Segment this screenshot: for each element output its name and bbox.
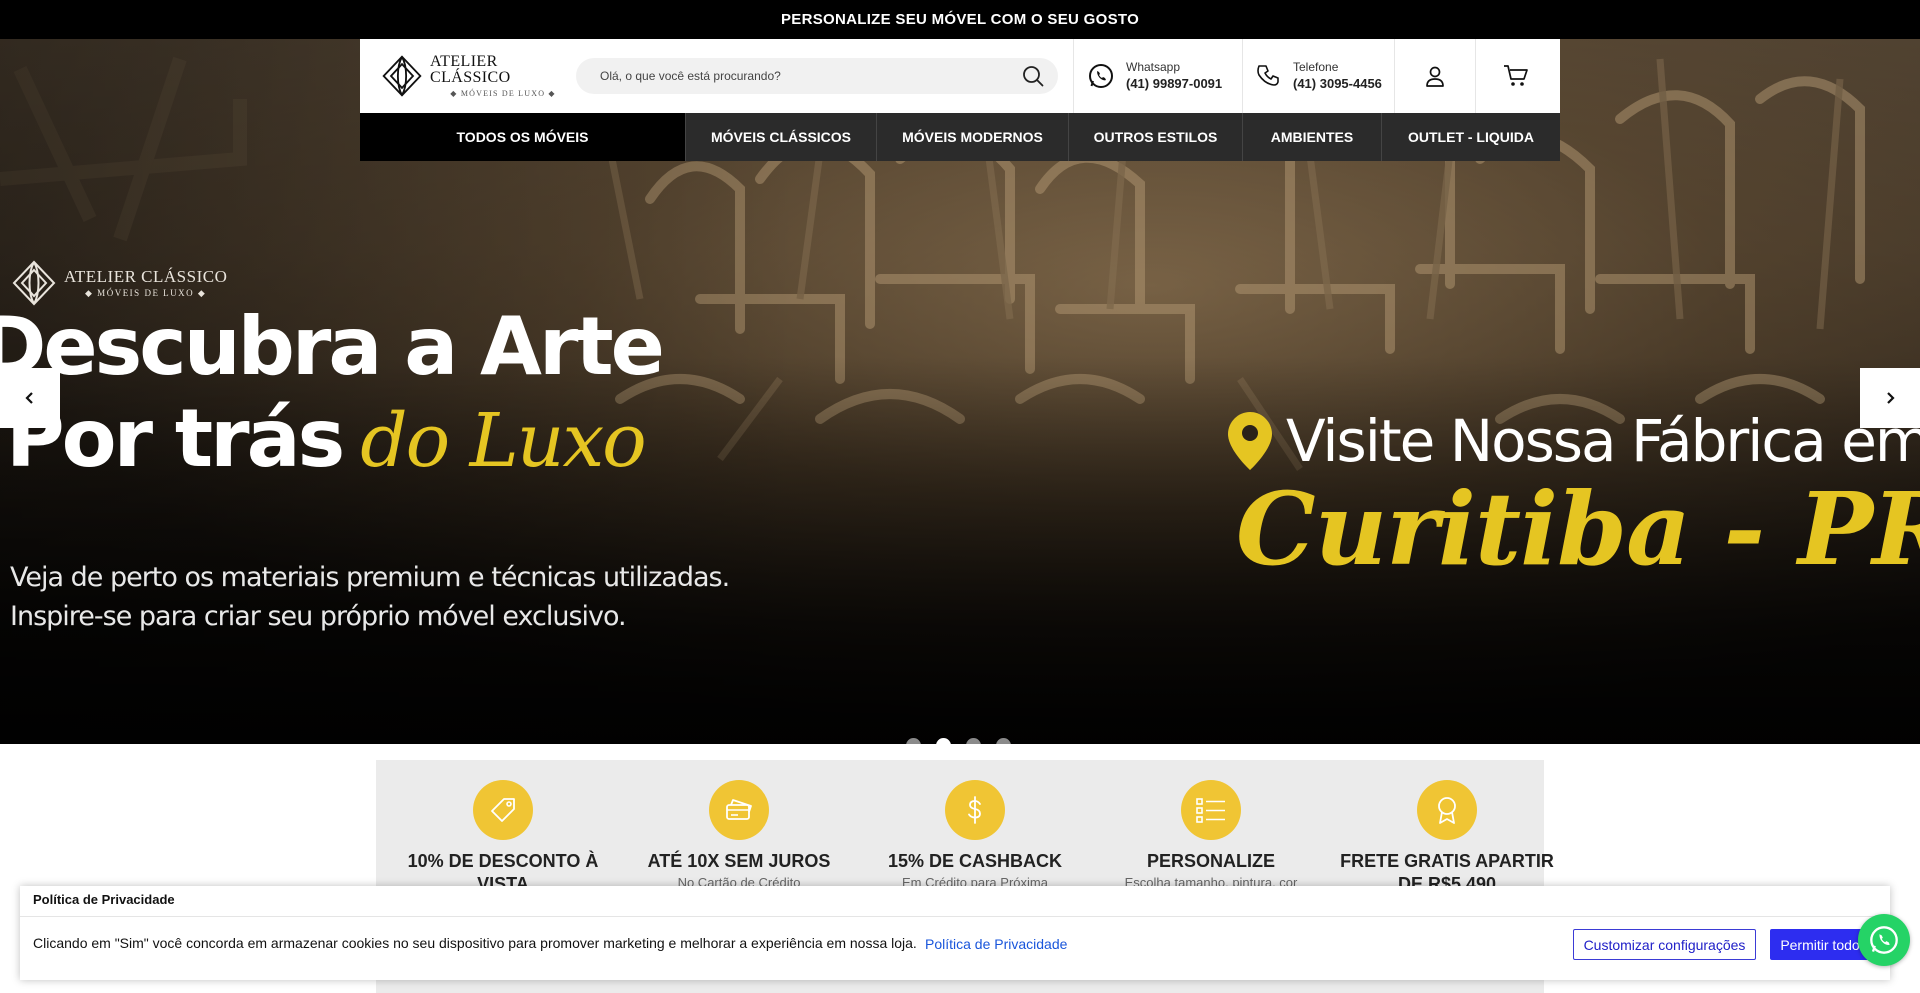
- search-icon[interactable]: [1022, 65, 1044, 87]
- customize-settings-button[interactable]: Customizar configurações: [1573, 929, 1756, 960]
- whatsapp-icon: [1089, 63, 1113, 89]
- nav-all-furniture-label: TODOS OS MÓVEIS: [456, 129, 589, 145]
- hero-paragraph: Veja de perto os materiais premium e téc…: [10, 558, 730, 636]
- carousel-dot[interactable]: [966, 738, 981, 744]
- phone-icon: [1257, 65, 1279, 86]
- hero-visit-text: Visite Nossa Fábrica em: [1286, 407, 1920, 475]
- whatsapp-icon: [1870, 926, 1898, 954]
- whatsapp-float-button[interactable]: [1858, 914, 1910, 966]
- hero-logo-sub: ◆ MÓVEIS DE LUXO ◆: [85, 287, 207, 298]
- hero-city-text: Curitiba - PR: [1236, 470, 1920, 588]
- chevron-right-icon: [1887, 392, 1895, 404]
- hero-logo-name: ATELIER CLÁSSICO: [64, 266, 228, 286]
- feature-installments: ATÉ 10X SEM JUROS No Cartão de Crédito: [624, 780, 854, 892]
- phone-number[interactable]: (41) 3095-4456: [1293, 75, 1382, 93]
- site-header: ATELIER CLÁSSICO ◆ MÓVEIS DE LUXO ◆ What…: [360, 39, 1560, 113]
- carousel-next-button[interactable]: [1860, 368, 1920, 428]
- tag-icon: [491, 798, 515, 822]
- feature-free-shipping: FRETE GRATIS APARTIR DE R$5.490: [1332, 780, 1562, 896]
- carousel-dot-active[interactable]: [936, 738, 951, 744]
- cookie-divider: [20, 916, 1890, 917]
- nav-item-modern[interactable]: MÓVEIS MODERNOS: [876, 113, 1068, 161]
- cart-button[interactable]: [1475, 39, 1556, 113]
- carousel-dots: [906, 738, 1011, 744]
- hero-paragraph-line1: Veja de perto os materiais premium e téc…: [10, 562, 730, 593]
- nav-item-label: MÓVEIS MODERNOS: [902, 129, 1043, 145]
- search-input[interactable]: [600, 69, 1000, 83]
- search-bar: [576, 58, 1058, 94]
- location-pin-icon: [1228, 412, 1272, 470]
- whatsapp-number[interactable]: (41) 99897-0091: [1126, 75, 1222, 93]
- announcement-bar: PERSONALIZE SEU MÓVEL COM O SEU GOSTO: [0, 0, 1920, 39]
- carousel-dot[interactable]: [906, 738, 921, 744]
- carousel-dot[interactable]: [996, 738, 1011, 744]
- feature-cashback: 15% DE CASHBACK Em Crédito para Próxima: [860, 780, 1090, 892]
- award-icon: [1438, 797, 1456, 824]
- feature-customize: PERSONALIZE Escolha tamanho, pintura, co…: [1096, 780, 1326, 892]
- hero-visit-line: Visite Nossa Fábrica em: [1228, 407, 1920, 475]
- whatsapp-label: Whatsapp: [1126, 60, 1181, 74]
- nav-all-furniture[interactable]: TODOS OS MÓVEIS: [360, 113, 685, 161]
- nav-item-rooms[interactable]: AMBIENTES: [1242, 113, 1381, 161]
- feature-title: 15% DE CASHBACK: [887, 851, 1063, 871]
- hero-headline-yellow: do Luxo: [360, 398, 647, 484]
- dollar-icon: [968, 796, 981, 824]
- hero-paragraph-line2: Inspire-se para criar seu próprio móvel …: [10, 601, 627, 632]
- site-logo-sub: ◆ MÓVEIS DE LUXO ◆: [450, 89, 556, 98]
- nav-item-outlet[interactable]: OUTLET - LIQUIDA: [1381, 113, 1560, 161]
- site-logo[interactable]: ATELIER CLÁSSICO ◆ MÓVEIS DE LUXO ◆: [360, 39, 576, 113]
- whatsapp-contact[interactable]: Whatsapp (41) 99897-0091: [1073, 39, 1242, 113]
- phone-contact[interactable]: Telefone (41) 3095-4456: [1242, 39, 1394, 113]
- user-icon: [1426, 66, 1444, 87]
- feature-title: ATÉ 10X SEM JUROS: [647, 851, 831, 871]
- hero-headline-line2: Por trás do Luxo: [6, 399, 647, 479]
- nav-item-label: OUTLET - LIQUIDA: [1408, 129, 1534, 145]
- nav-item-classic[interactable]: MÓVEIS CLÁSSICOS: [685, 113, 876, 161]
- nav-item-label: OUTROS ESTILOS: [1093, 129, 1218, 145]
- nav-item-label: AMBIENTES: [1270, 129, 1354, 145]
- nav-item-other-styles[interactable]: OUTROS ESTILOS: [1068, 113, 1242, 161]
- main-nav: TODOS OS MÓVEIS MÓVEIS CLÁSSICOS MÓVEIS …: [360, 113, 1560, 161]
- cookie-banner: Política de Privacidade Clicando em "Sim…: [20, 886, 1890, 980]
- hero-headline-line1: Descubra a Arte: [0, 300, 665, 393]
- chevron-left-icon: [25, 392, 33, 404]
- feature-cash-discount: 10% DE DESCONTO À VISTA: [388, 780, 618, 896]
- account-button[interactable]: [1394, 39, 1475, 113]
- cookie-text: Clicando em "Sim" você concorda em armaz…: [33, 935, 917, 951]
- privacy-policy-link[interactable]: Política de Privacidade: [925, 936, 1067, 952]
- nav-item-label: MÓVEIS CLÁSSICOS: [710, 129, 852, 145]
- cookie-title: Política de Privacidade: [33, 892, 175, 907]
- diamond-emblem-icon: [382, 55, 422, 97]
- feature-title: PERSONALIZE: [1146, 851, 1275, 871]
- announcement-text: PERSONALIZE SEU MÓVEL COM O SEU GOSTO: [780, 11, 1140, 28]
- cart-icon: [1504, 65, 1528, 86]
- carousel-prev-button[interactable]: [0, 368, 60, 428]
- credit-card-icon: [726, 799, 752, 820]
- site-logo-name: ATELIER CLÁSSICO: [430, 53, 511, 86]
- list-icon: [1196, 798, 1225, 823]
- phone-label: Telefone: [1293, 60, 1339, 74]
